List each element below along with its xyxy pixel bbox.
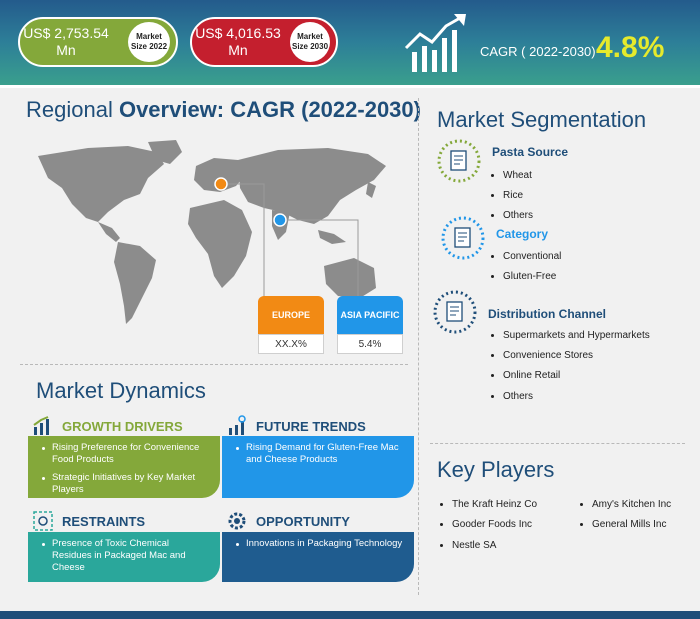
column-divider xyxy=(418,98,419,595)
pasta-source-item: Wheat xyxy=(491,170,532,181)
distribution-channel-heading: Distribution Channel xyxy=(488,307,606,321)
europe-box: EUROPE XX.X% xyxy=(258,296,324,354)
regional-title-bold: Overview: CAGR (2022-2030) xyxy=(118,97,421,122)
key-player-item: Nestle SA xyxy=(440,540,496,551)
growth-driver-item: Rising Preference for Convenience Food P… xyxy=(42,442,210,466)
opportunity-card: Innovations in Packaging Technology xyxy=(222,532,414,582)
future-trends-label: FUTURE TRENDS xyxy=(256,418,366,434)
market-segmentation-title: Market Segmentation xyxy=(437,107,647,132)
distribution-channel-item: Supermarkets and Hypermarkets xyxy=(491,330,650,341)
pasta-source-item: Others xyxy=(491,210,533,221)
restraints-card: Presence of Toxic Chemical Residues in P… xyxy=(28,532,220,582)
asia-pacific-label: ASIA PACIFIC xyxy=(337,296,403,334)
restraint-item: Presence of Toxic Chemical Residues in P… xyxy=(42,538,210,574)
document-icon xyxy=(441,216,485,260)
key-player-item: The Kraft Heinz Co xyxy=(440,499,537,510)
europe-label: EUROPE xyxy=(258,296,324,334)
asia-pacific-box: ASIA PACIFIC 5.4% xyxy=(337,296,403,354)
cagr-label: CAGR ( 2022-2030) xyxy=(480,44,596,59)
distribution-channel-item: Online Retail xyxy=(491,370,560,381)
future-trends-card: Rising Demand for Gluten-Free Mac and Ch… xyxy=(222,436,414,498)
future-trends-heading: FUTURE TRENDS xyxy=(226,415,366,437)
restraint-icon xyxy=(33,511,53,531)
europe-value: XX.X% xyxy=(258,334,324,354)
key-player-item: Gooder Foods Inc xyxy=(440,519,532,530)
growth-chart-icon xyxy=(33,416,49,435)
section-divider xyxy=(20,364,408,365)
category-heading: Category xyxy=(496,227,549,241)
opportunity-item: Innovations in Packaging Technology xyxy=(236,538,404,550)
pasta-source-heading: Pasta Source xyxy=(492,145,569,159)
section-divider xyxy=(430,443,685,444)
market-size-2030-badge: US$ 4,016.53 Mn Market Size 2030 xyxy=(190,17,338,67)
opportunity-label: OPPORTUNITY xyxy=(256,513,350,529)
market-size-2022-label: Market Size 2022 xyxy=(128,22,170,62)
growth-drivers-heading: GROWTH DRIVERS xyxy=(32,415,183,437)
growth-trend-icon xyxy=(404,14,466,72)
opportunity-heading: OPPORTUNITY xyxy=(226,510,350,532)
trend-chart-icon xyxy=(229,415,246,435)
footer-bar xyxy=(0,611,700,619)
market-size-2030-value: US$ 4,016.53 Mn xyxy=(195,25,281,58)
header-divider xyxy=(0,85,700,88)
growth-drivers-label: GROWTH DRIVERS xyxy=(62,418,183,434)
category-item: Conventional xyxy=(491,251,561,262)
restraints-label: RESTRAINTS xyxy=(62,513,146,529)
key-player-item: Amy's Kitchen Inc xyxy=(580,499,671,510)
restraints-heading: RESTRAINTS xyxy=(32,510,145,532)
document-icon xyxy=(437,139,481,183)
growth-driver-item: Strategic Initiatives by Key Market Play… xyxy=(42,472,210,496)
cagr-value: 4.8% xyxy=(596,31,665,64)
key-players-title: Key Players xyxy=(437,457,555,482)
market-dynamics-title: Market Dynamics xyxy=(36,378,206,403)
future-trend-item: Rising Demand for Gluten-Free Mac and Ch… xyxy=(236,442,404,466)
growth-drivers-card: Rising Preference for Convenience Food P… xyxy=(28,436,220,498)
market-size-2022-value: US$ 2,753.54 Mn xyxy=(23,25,109,58)
distribution-channel-item: Convenience Stores xyxy=(491,350,593,361)
document-icon xyxy=(433,290,477,334)
market-size-2030-label: Market Size 2030 xyxy=(290,22,330,62)
pasta-source-item: Rice xyxy=(491,190,523,201)
regional-overview-title: Regional Overview: CAGR (2022-2030) xyxy=(26,97,421,123)
asia-pacific-value: 5.4% xyxy=(337,334,403,354)
gear-rocket-icon xyxy=(228,512,246,530)
category-item: Gluten-Free xyxy=(491,271,556,282)
distribution-channel-item: Others xyxy=(491,391,533,402)
key-player-item: General Mills Inc xyxy=(580,519,666,530)
market-size-2022-badge: US$ 2,753.54 Mn Market Size 2022 xyxy=(18,17,178,67)
regional-title-pre: Regional xyxy=(26,97,119,122)
